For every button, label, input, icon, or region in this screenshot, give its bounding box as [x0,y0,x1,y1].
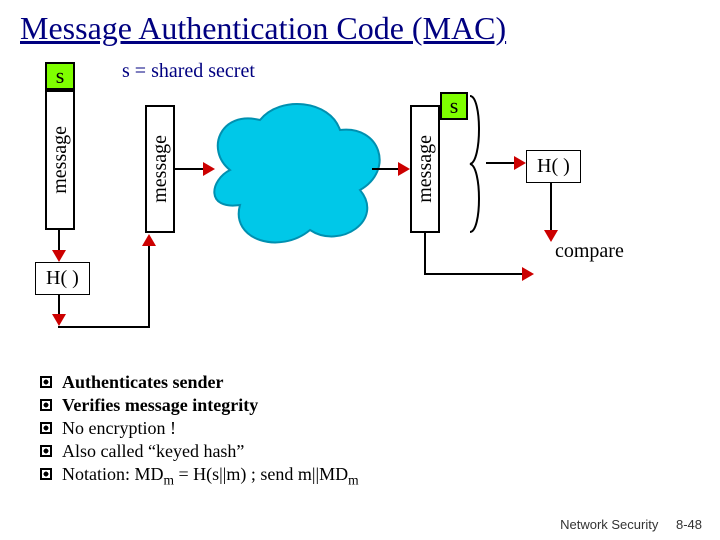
bullet-text: Also called “keyed hash” [62,441,244,462]
bullet-marker-icon [40,376,52,388]
bullet-list: Authenticates senderVerifies message int… [40,370,359,491]
bullet-item: No encryption ! [40,418,359,439]
s-label-left: s [56,63,65,89]
bullet-marker-icon [40,399,52,411]
hash-box-receiver: H( ) [526,150,581,183]
arrow-sender-h-down [58,294,60,316]
arrow-to-send-v [148,236,150,328]
message-label-send: message [149,135,172,203]
arrow-left-down [58,230,60,252]
bullet-text: Authenticates sender [62,372,223,393]
arrow-left-down-head [52,250,66,262]
mac-diagram: s = shared secret s message H( ) message… [0,50,720,330]
message-label-left: message [49,126,72,194]
arrow-into-cloud [175,168,205,170]
s-box-right: s [440,92,468,120]
arrow-recv-h-down [550,182,552,232]
bullet-item: Notation: MDm = H(s||m) ; send m||MDm [40,464,359,489]
arrow-out-cloud-head [398,162,410,176]
page-title: Message Authentication Code (MAC) [0,0,720,57]
bullet-text: No encryption ! [62,418,176,439]
subtitle: s = shared secret [122,60,255,83]
bullet-item: Verifies message integrity [40,395,359,416]
arrow-into-cloud-head [203,162,215,176]
message-label-recv: message [414,135,437,203]
network-cloud-icon [200,90,390,250]
bullet-item: Authenticates sender [40,372,359,393]
compare-label: compare [555,240,624,263]
arrow-recv-msg-right [424,273,524,275]
arrow-to-send-h [58,326,148,328]
bullet-marker-icon [40,445,52,457]
footer-left: Network Security [560,517,658,532]
arrow-to-recv-h-head [514,156,526,170]
bullet-text: Verifies message integrity [62,395,258,416]
hash-box-sender: H( ) [35,262,90,295]
arrow-out-cloud [372,168,400,170]
bullet-marker-icon [40,422,52,434]
message-box-send: message [145,105,175,233]
arrow-sender-h-down-head [52,314,66,326]
bullet-item: Also called “keyed hash” [40,441,359,462]
footer-right: 8-48 [676,517,702,532]
arrow-recv-msg-head [522,267,534,281]
arrow-to-send-head [142,234,156,246]
message-box-recv: message [410,105,440,233]
bullet-marker-icon [40,468,52,480]
bullet-text: Notation: MDm = H(s||m) ; send m||MDm [62,464,359,489]
group-bracket-icon [468,94,486,234]
s-box-left: s [45,62,75,90]
message-box-left: message [45,90,75,230]
s-label-right: s [450,93,459,119]
arrow-to-recv-h [486,162,516,164]
arrow-recv-msg-down [424,233,426,273]
footer: Network Security 8-48 [546,517,702,532]
